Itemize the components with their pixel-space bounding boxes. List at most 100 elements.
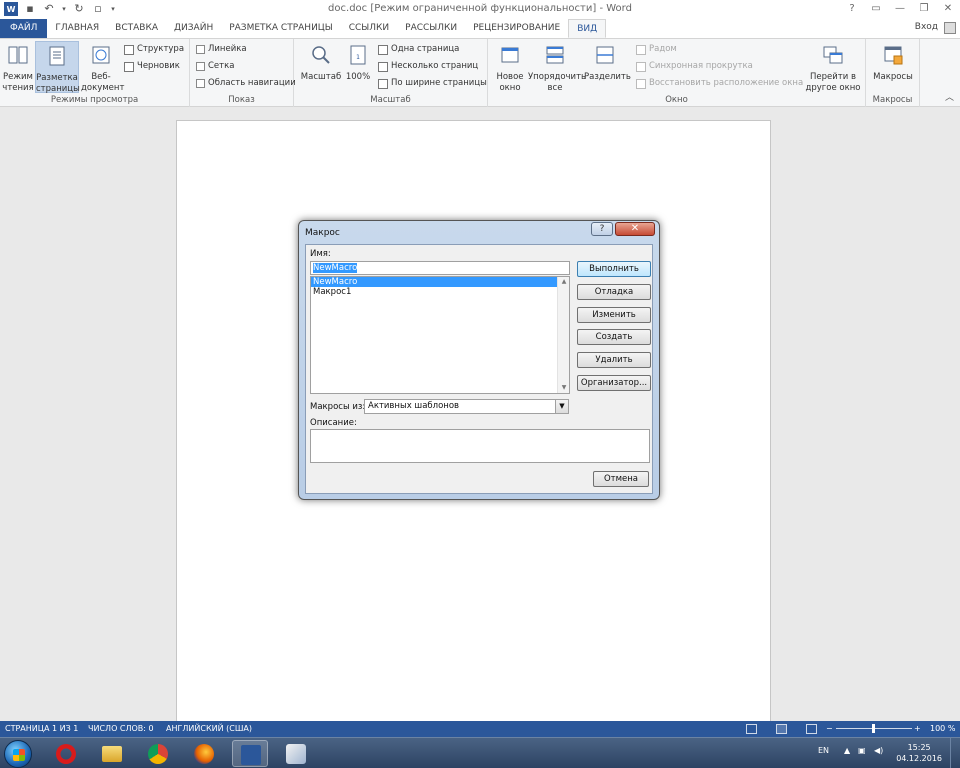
step-into-button[interactable]: Отладка — [577, 284, 651, 300]
clock[interactable]: 15:25 04.12.2016 — [896, 742, 942, 764]
taskbar-chrome[interactable] — [140, 740, 176, 767]
print-layout-button[interactable]: Разметка страницы — [35, 41, 80, 94]
language-indicator[interactable]: АНГЛИЙСКИЙ (США) — [166, 721, 252, 737]
list-item[interactable]: NewMacro — [311, 277, 557, 287]
tab-design[interactable]: ДИЗАЙН — [166, 19, 221, 38]
multiple-pages-button[interactable]: Несколько страниц — [378, 59, 478, 74]
macros-button[interactable]: Макросы — [870, 41, 916, 93]
read-mode-view-icon[interactable] — [746, 724, 757, 734]
tab-review[interactable]: РЕЦЕНЗИРОВАНИЕ — [465, 19, 568, 38]
page-width-button[interactable]: По ширине страницы — [378, 76, 487, 91]
macros-in-label: Макросы из: — [310, 402, 366, 412]
scroll-up-icon[interactable]: ▲ — [558, 277, 570, 287]
tray-arrow-icon[interactable]: ▲ — [844, 746, 850, 755]
zoom-slider-thumb[interactable] — [872, 724, 875, 733]
account-icon[interactable] — [944, 22, 956, 34]
sign-in-link[interactable]: Вход — [915, 22, 938, 32]
web-layout-button[interactable]: Веб-документ — [81, 41, 124, 93]
outline-button[interactable]: Структура — [124, 42, 184, 57]
word-count[interactable]: ЧИСЛО СЛОВ: 0 — [88, 721, 154, 737]
firefox-icon — [194, 744, 214, 764]
zoom-100-label: 100% — [345, 72, 371, 82]
list-scrollbar[interactable]: ▲ ▼ — [557, 277, 569, 393]
help-button[interactable]: ? — [840, 0, 864, 19]
taskbar-firefox[interactable] — [186, 740, 222, 767]
zoom-in-button[interactable]: + — [914, 721, 921, 737]
window-title: doc.doc [Режим ограниченной функциональн… — [328, 3, 632, 14]
svg-text:1: 1 — [356, 54, 360, 61]
macros-in-select[interactable]: Активных шаблонов ▼ — [364, 399, 569, 414]
zoom-100-button[interactable]: 1 100% — [344, 41, 372, 93]
sync-scroll-button[interactable]: Синхронная прокрутка — [636, 59, 753, 74]
ribbon: Режим чтения Разметка страницы Веб-докум… — [0, 38, 960, 107]
print-layout-icon — [49, 46, 65, 66]
organizer-button[interactable]: Организатор... — [577, 375, 651, 391]
split-label: Разделить — [584, 72, 631, 82]
new-window-button[interactable]: Новое окно — [494, 41, 526, 93]
web-layout-view-icon[interactable] — [806, 724, 817, 734]
macro-name-input[interactable]: NewMacro — [310, 261, 570, 275]
tab-home[interactable]: ГЛАВНАЯ — [47, 19, 107, 38]
language-tray[interactable]: EN — [818, 746, 829, 755]
gridlines-checkbox[interactable]: Сетка — [196, 59, 234, 74]
show-desktop-button[interactable] — [950, 738, 960, 768]
taskbar-explorer[interactable] — [94, 740, 130, 767]
tab-references[interactable]: ССЫЛКИ — [341, 19, 397, 38]
collapse-ribbon-icon[interactable]: ︿ — [945, 90, 954, 103]
tab-mailings[interactable]: РАССЫЛКИ — [397, 19, 465, 38]
taskbar-word[interactable] — [232, 740, 268, 767]
create-button[interactable]: Создать — [577, 329, 651, 345]
volume-icon[interactable]: ◀) — [874, 746, 883, 755]
nav-pane-label: Область навигации — [208, 78, 296, 88]
macro-dialog: Макрос ? ✕ Имя: NewMacro NewMacro Макрос… — [298, 220, 660, 500]
list-item[interactable]: Макрос1 — [311, 287, 557, 297]
macro-list[interactable]: NewMacro Макрос1 ▲ ▼ — [310, 276, 570, 394]
minimize-button[interactable]: — — [888, 0, 912, 19]
nav-pane-check-icon[interactable] — [196, 79, 205, 88]
zoom-100-icon: 1 — [350, 45, 366, 65]
ruler-checkbox[interactable]: Линейка — [196, 42, 247, 57]
draft-button[interactable]: Черновик — [124, 59, 180, 74]
zoom-button[interactable]: Масштаб — [300, 41, 342, 93]
ruler-check-icon[interactable] — [196, 45, 205, 54]
zoom-level[interactable]: 100 % — [930, 721, 955, 737]
one-page-button[interactable]: Одна страница — [378, 42, 459, 57]
close-button[interactable]: ✕ — [936, 0, 960, 19]
restore-button[interactable]: ❐ — [912, 0, 936, 19]
tab-layout[interactable]: РАЗМЕТКА СТРАНИЦЫ — [221, 19, 341, 38]
read-mode-icon — [8, 46, 28, 64]
run-button[interactable]: Выполнить — [577, 261, 651, 277]
start-button[interactable] — [4, 740, 32, 768]
edit-button[interactable]: Изменить — [577, 307, 651, 323]
taskbar-opera[interactable] — [48, 740, 84, 767]
read-mode-button[interactable]: Режим чтения — [2, 41, 34, 93]
network-icon[interactable]: ▣ — [858, 746, 866, 755]
tab-insert[interactable]: ВСТАВКА — [107, 19, 166, 38]
arrange-all-button[interactable]: Упорядочить все — [528, 41, 587, 93]
gridlines-check-icon[interactable] — [196, 62, 205, 71]
dialog-help-button[interactable]: ? — [591, 222, 613, 236]
one-page-icon — [378, 44, 388, 55]
description-label: Описание: — [310, 418, 357, 428]
tab-file[interactable]: ФАЙЛ — [0, 19, 48, 38]
tab-view[interactable]: ВИД — [568, 19, 607, 38]
page-count[interactable]: СТРАНИЦА 1 ИЗ 1 — [5, 721, 78, 737]
arrange-all-label: Упорядочить все — [528, 72, 587, 93]
group-macros-label: Макросы — [872, 95, 913, 105]
nav-pane-checkbox[interactable]: Область навигации — [196, 76, 296, 91]
reset-position-button[interactable]: Восстановить расположение окна — [636, 76, 803, 91]
group-views-label: Режимы просмотра — [50, 95, 139, 105]
switch-windows-button[interactable]: Перейти в другое окно — [804, 41, 862, 93]
dialog-close-button[interactable]: ✕ — [615, 222, 655, 236]
zoom-out-button[interactable]: − — [826, 721, 833, 737]
taskbar-paint[interactable] — [278, 740, 314, 767]
scroll-down-icon[interactable]: ▼ — [558, 383, 570, 393]
cancel-button[interactable]: Отмена — [593, 471, 649, 487]
macro-name-value: NewMacro — [313, 263, 358, 273]
ribbon-display-button[interactable]: ▭ — [864, 0, 888, 19]
side-by-side-button[interactable]: Радом — [636, 42, 677, 57]
delete-button[interactable]: Удалить — [577, 352, 651, 368]
chevron-down-icon[interactable]: ▼ — [555, 400, 568, 413]
split-button[interactable]: Разделить — [584, 41, 631, 93]
print-layout-view-icon[interactable] — [776, 724, 787, 734]
